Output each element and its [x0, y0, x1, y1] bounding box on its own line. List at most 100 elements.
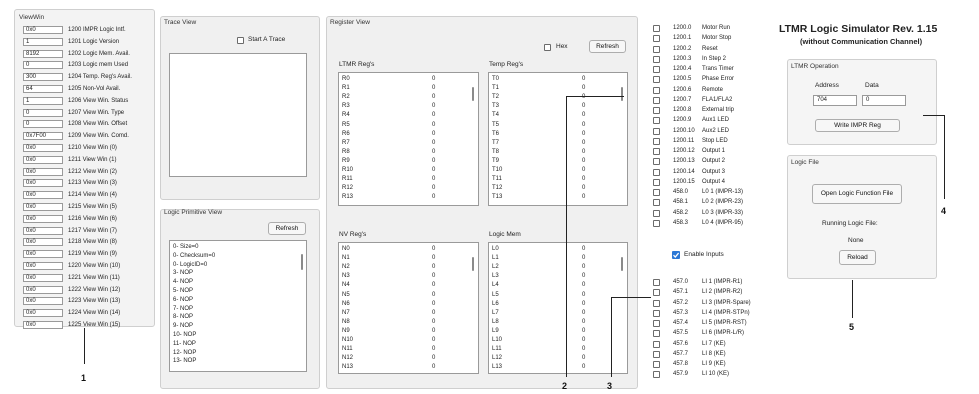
- data-input[interactable]: 0: [862, 95, 906, 106]
- viewwin-value-field[interactable]: 1: [23, 37, 63, 46]
- viewwin-value-field[interactable]: 0x0: [23, 273, 63, 282]
- reload-button[interactable]: Reload: [839, 250, 876, 265]
- hex-checkbox[interactable]: [544, 44, 551, 51]
- viewwin-value-field[interactable]: 0: [23, 108, 63, 117]
- register-refresh-button[interactable]: Refresh: [589, 40, 626, 53]
- logic-primitive-item[interactable]: 8- NOP: [173, 313, 193, 322]
- logic-primitive-item[interactable]: 11- NOP: [173, 340, 196, 349]
- logic-mem-list[interactable]: L0 0 L1 0 L2 0 L3 0 L4 0 L5 0 L6 0 L7 0 L8 0 L9 0 L10 0 L11 0 L1…: [488, 242, 628, 374]
- viewwin-value-field[interactable]: 0x0: [23, 309, 63, 318]
- output-bit-checkbox[interactable]: [653, 96, 660, 104]
- logic-primitive-refresh-button[interactable]: Refresh: [268, 222, 306, 235]
- input-bit-checkbox[interactable]: [653, 371, 660, 379]
- viewwin-value-field[interactable]: 0x0: [23, 144, 63, 152]
- temp-scrollbar[interactable]: [621, 87, 623, 101]
- viewwin-value-field[interactable]: 0x0: [23, 238, 63, 247]
- output-bit-checkbox[interactable]: [653, 35, 660, 43]
- nv-reg-value: 0: [432, 300, 436, 307]
- output-bit-checkbox[interactable]: [653, 66, 660, 73]
- viewwin-value-field[interactable]: 0x0: [23, 167, 63, 176]
- logic-mem-scrollbar[interactable]: [621, 257, 623, 271]
- input-bit-checkbox[interactable]: [653, 289, 660, 297]
- viewwin-value-field[interactable]: 0x0: [23, 191, 63, 200]
- output-bit-checkbox[interactable]: [653, 86, 660, 94]
- output-bit-checkbox[interactable]: [653, 199, 660, 207]
- logic-primitive-item[interactable]: 9- NOP: [173, 322, 193, 331]
- viewwin-value-field[interactable]: 0x0: [23, 155, 63, 164]
- output-bit-checkbox[interactable]: [653, 76, 660, 84]
- viewwin-value-field[interactable]: 0x0: [23, 262, 63, 270]
- viewwin-value-field[interactable]: 0x0: [23, 26, 63, 34]
- enable-inputs-checkbox[interactable]: [672, 251, 680, 259]
- logic-primitive-item[interactable]: 5- NOP: [173, 287, 193, 296]
- viewwin-value-field[interactable]: 8192: [23, 49, 63, 58]
- logic-primitive-item[interactable]: 13- NOP: [173, 357, 196, 366]
- logic-primitive-item[interactable]: 0- LogicID=0: [173, 261, 207, 270]
- output-bit-checkbox[interactable]: [653, 158, 660, 166]
- logic-primitive-item[interactable]: 6- NOP: [173, 296, 193, 305]
- address-input[interactable]: 704: [813, 95, 857, 106]
- viewwin-value-field[interactable]: 0x0: [23, 203, 63, 211]
- logic-primitive-scrollbar[interactable]: [301, 254, 303, 270]
- input-bit-address: 457.0: [673, 279, 689, 285]
- logic-primitive-list[interactable]: 0- Size=0 0- Checksum=0 0- LogicID=0 3- NOP…: [169, 240, 307, 372]
- output-bit-checkbox[interactable]: [653, 178, 660, 186]
- viewwin-value-field[interactable]: 0x0: [23, 214, 63, 223]
- logic-primitive-item[interactable]: 3- NOP: [173, 269, 193, 278]
- output-bit-checkbox[interactable]: [653, 45, 660, 53]
- input-bit-description: LI 3 (IMPR-Spare): [702, 299, 751, 306]
- logic-primitive-item[interactable]: 12- NOP: [173, 349, 196, 358]
- logic-mem-name: L5: [492, 291, 499, 298]
- logic-primitive-item[interactable]: 10- NOP: [173, 331, 196, 340]
- logic-primitive-item[interactable]: 0- Size=0: [173, 243, 199, 252]
- input-bit-checkbox[interactable]: [653, 340, 660, 348]
- trace-output-area: [169, 53, 307, 177]
- ltmr-reg-name: R2: [342, 94, 350, 101]
- output-bit-checkbox[interactable]: [653, 168, 660, 176]
- temp-regs-list[interactable]: T0 0 T1 0 T2 0 T3 0 T4 0 T5 0 T6 0 T7 0 T8 0 T9 0 T10 0 T11 0 T1…: [488, 72, 628, 206]
- viewwin-value-field[interactable]: 300: [23, 73, 63, 82]
- viewwin-value-field[interactable]: 0x0: [23, 321, 63, 329]
- input-bit-checkbox[interactable]: [653, 350, 660, 358]
- viewwin-value-field[interactable]: 0: [23, 120, 63, 129]
- temp-reg-value: 0: [582, 76, 586, 82]
- open-logic-file-button[interactable]: Open Logic Function File: [812, 184, 902, 204]
- write-impr-reg-button[interactable]: Write IMPR Reg: [815, 119, 900, 132]
- output-bit-checkbox[interactable]: [653, 127, 660, 135]
- viewwin-value-field[interactable]: 0x0: [23, 179, 63, 188]
- input-bit-checkbox[interactable]: [653, 330, 660, 338]
- logic-primitive-item[interactable]: 0- Checksum=0: [173, 252, 215, 261]
- output-bit-checkbox[interactable]: [653, 209, 660, 217]
- output-bit-checkbox[interactable]: [653, 107, 660, 114]
- output-bit-checkbox[interactable]: [653, 148, 660, 155]
- ltmr-regs-list[interactable]: R0 0 R1 0 R2 0 R3 0 R4 0 R5 0 R6 0 R7 0 R8 0 R9 0 R10 0 R11 0 R1…: [338, 72, 479, 206]
- viewwin-value-field[interactable]: 0x0: [23, 285, 63, 294]
- viewwin-value-field[interactable]: 1: [23, 96, 63, 105]
- input-bit-description: LI 8 (KE): [702, 350, 726, 357]
- input-bit-checkbox[interactable]: [653, 279, 660, 286]
- output-bit-checkbox[interactable]: [653, 137, 660, 145]
- logic-primitive-item[interactable]: 4- NOP: [173, 278, 193, 287]
- output-bit-checkbox[interactable]: [653, 55, 660, 63]
- output-bit-address: 1200.1: [673, 35, 692, 42]
- input-bit-checkbox[interactable]: [653, 320, 660, 327]
- viewwin-value-field[interactable]: 0: [23, 61, 63, 70]
- input-bit-checkbox[interactable]: [653, 361, 660, 368]
- logic-primitive-item[interactable]: 7- NOP: [173, 305, 193, 314]
- nv-regs-list[interactable]: N0 0 N1 0 N2 0 N3 0 N4 0 N5 0 N6 0 N7 0 N8 0 N9 0 N10 0 N11 0 N1…: [338, 242, 479, 374]
- viewwin-value-field[interactable]: 64: [23, 85, 63, 93]
- output-bit-checkbox[interactable]: [653, 189, 660, 196]
- start-trace-checkbox[interactable]: [237, 37, 244, 44]
- viewwin-value-field[interactable]: 0x0: [23, 226, 63, 235]
- nv-scrollbar[interactable]: [472, 257, 474, 271]
- logic-mem-value: 0: [582, 327, 586, 334]
- output-bit-checkbox[interactable]: [653, 25, 660, 32]
- viewwin-value-field[interactable]: 0x0: [23, 297, 63, 306]
- ltmr-scrollbar[interactable]: [472, 87, 474, 101]
- input-bit-checkbox[interactable]: [653, 309, 660, 317]
- output-bit-checkbox[interactable]: [653, 219, 660, 227]
- output-bit-checkbox[interactable]: [653, 117, 660, 125]
- viewwin-value-field[interactable]: 0x7F00: [23, 132, 63, 141]
- input-bit-checkbox[interactable]: [653, 299, 660, 307]
- viewwin-value-field[interactable]: 0x0: [23, 250, 63, 259]
